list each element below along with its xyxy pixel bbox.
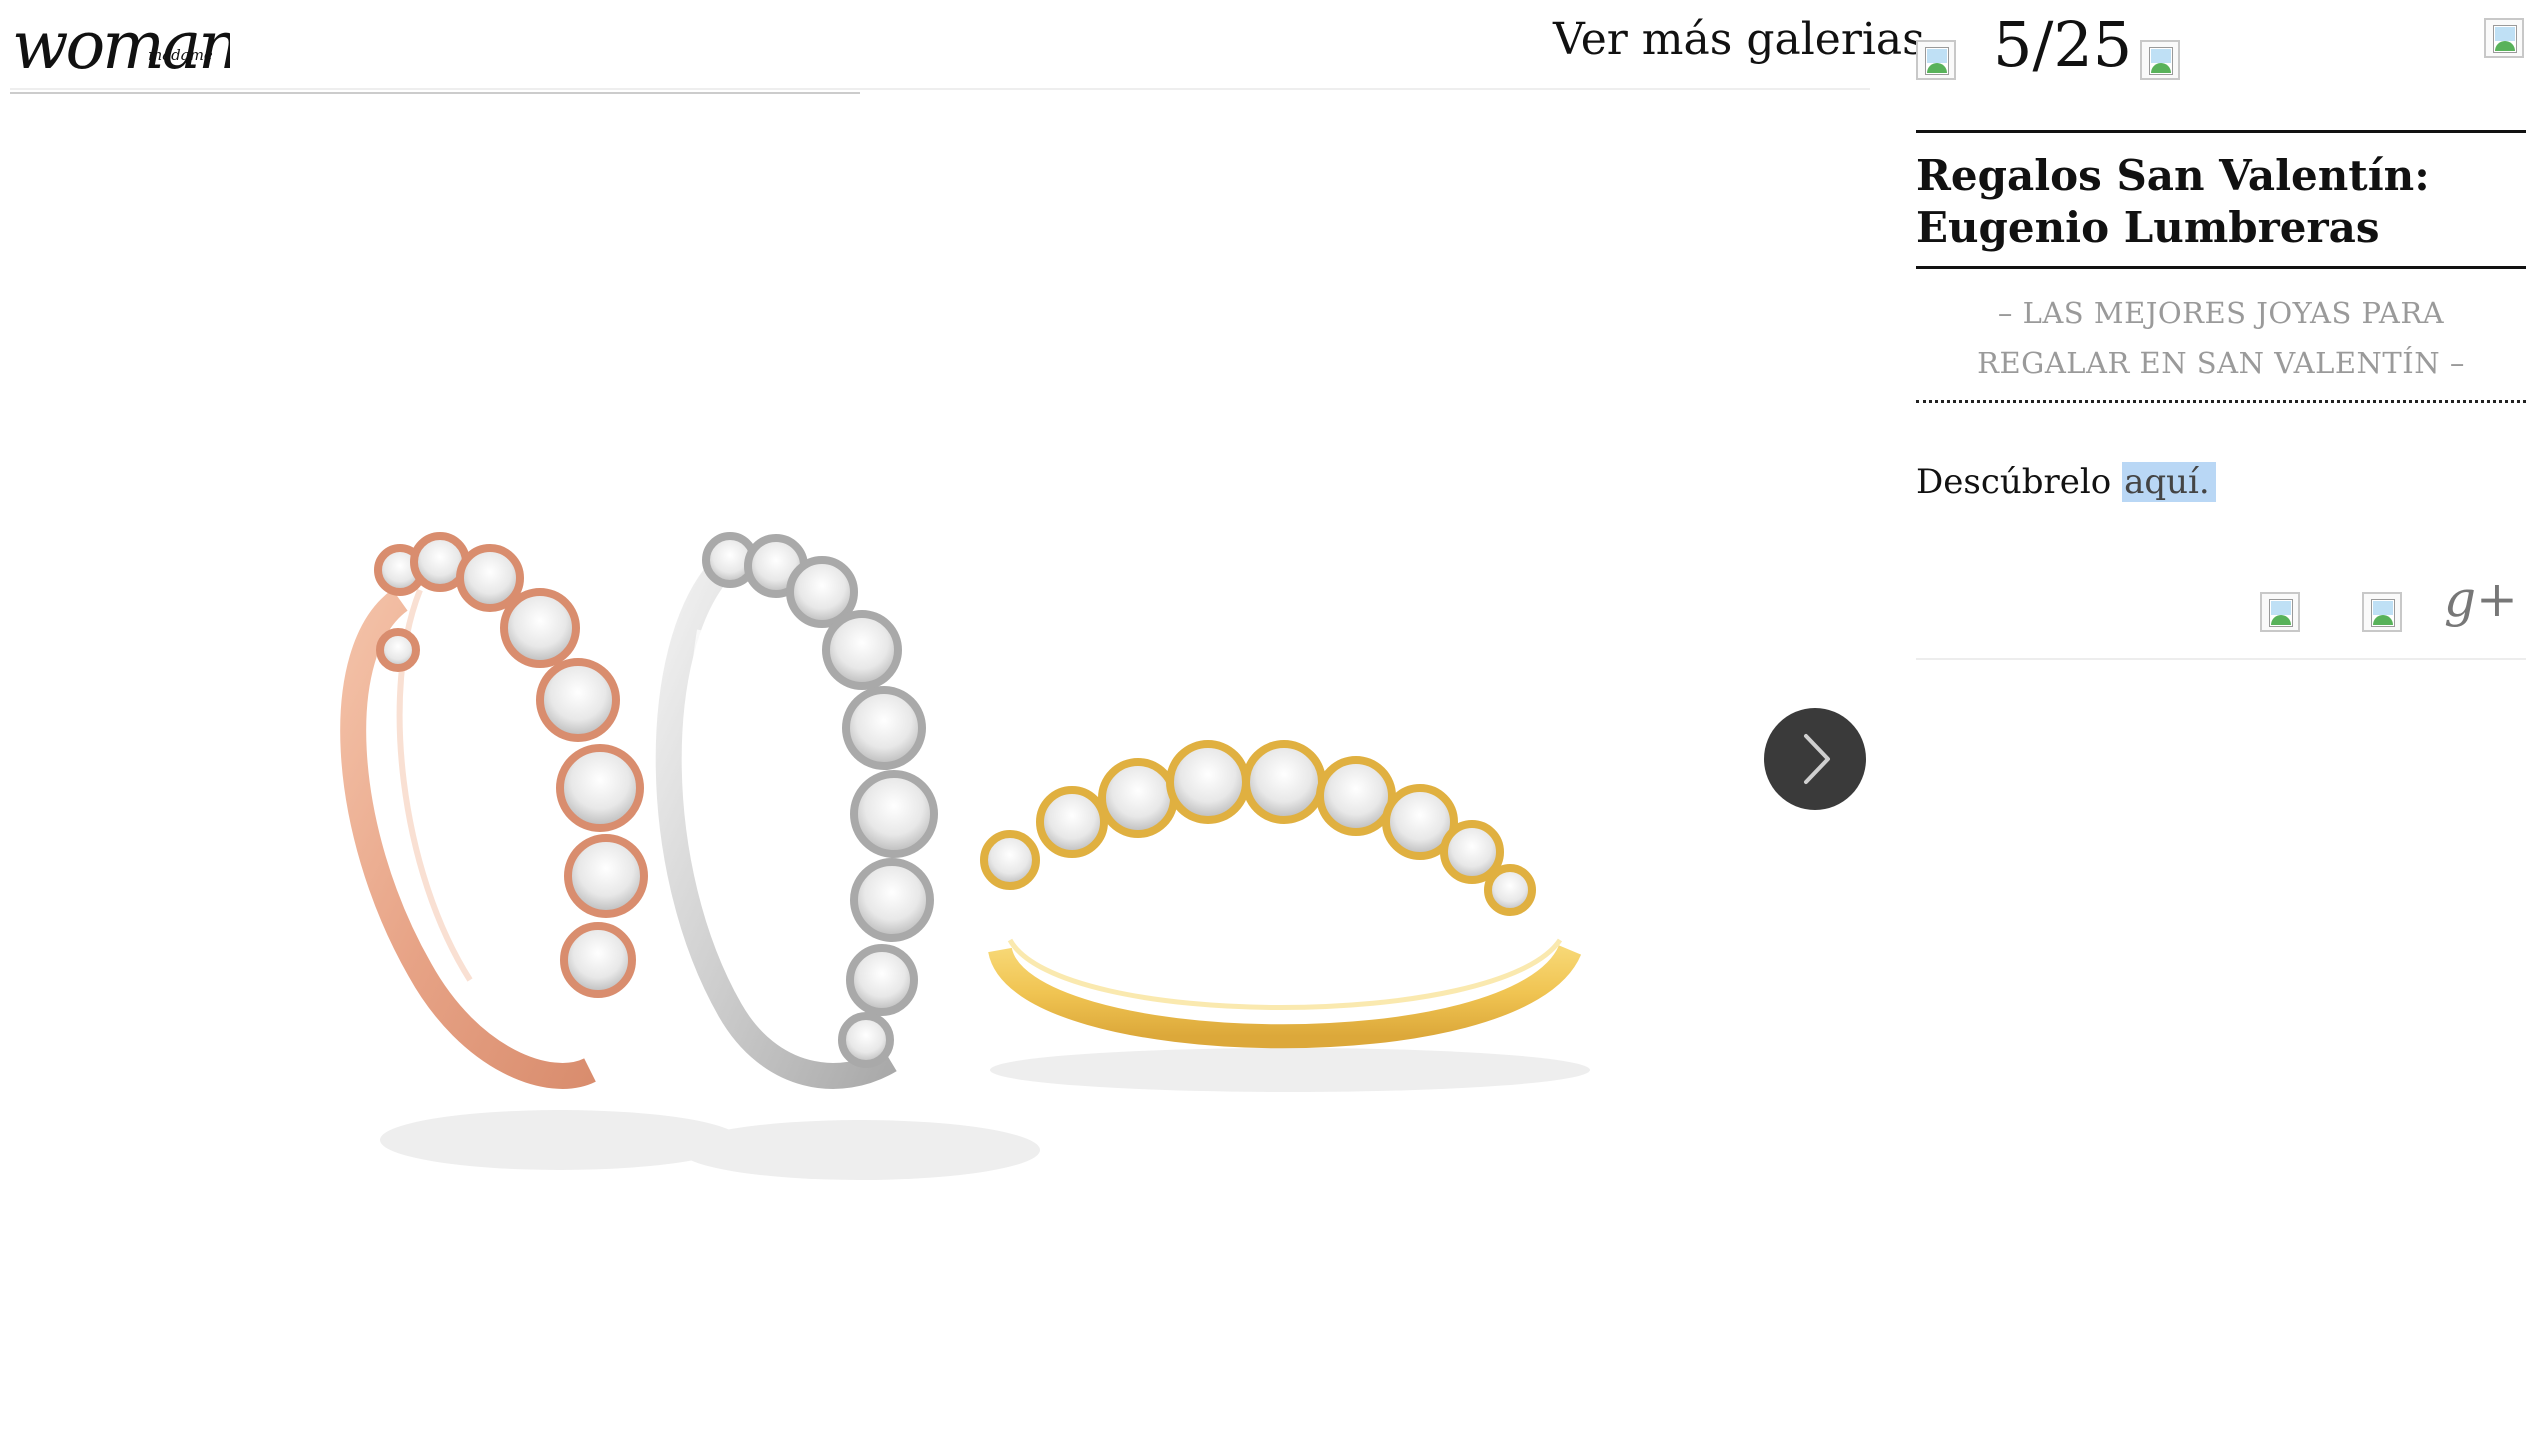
title-bottom-rule	[1916, 266, 2526, 269]
gallery-counter: 5/25	[1993, 8, 2133, 81]
facebook-share-icon[interactable]	[2260, 592, 2300, 632]
ring-shadow	[680, 1120, 1040, 1180]
gallery-title: Regalos San Valentín: Eugenio Lumbreras	[1916, 151, 2430, 252]
logo-subtext: madame	[148, 46, 213, 64]
next-arrow-icon[interactable]	[2140, 40, 2180, 80]
twitter-share-icon[interactable]	[2362, 592, 2402, 632]
woman-madame-logo[interactable]: woman madame	[10, 8, 230, 83]
discover-paragraph: Descúbrelo aquí.	[1916, 462, 2216, 502]
chevron-right-icon	[1804, 734, 1830, 784]
discover-link[interactable]: aquí.	[2122, 462, 2216, 502]
header-underline	[10, 92, 860, 94]
google-plus-icon[interactable]: g+	[2444, 570, 2518, 628]
share-bottom-rule	[1916, 658, 2526, 660]
header-divider	[10, 88, 1870, 90]
title-top-rule	[1916, 130, 2526, 133]
dotted-divider	[1916, 400, 2526, 403]
next-image-button[interactable]	[1764, 708, 1866, 810]
gallery-photo	[340, 532, 1590, 1180]
more-galleries-link[interactable]: Ver más galerias	[1553, 14, 1925, 65]
rose-gold-ring	[340, 532, 648, 1089]
yellow-gold-ring	[980, 740, 1582, 1049]
white-gold-ring	[655, 532, 938, 1089]
ring-shadow	[990, 1048, 1590, 1092]
prev-arrow-icon[interactable]	[1916, 40, 1956, 80]
ring-shadow	[380, 1110, 740, 1170]
discover-text: Descúbrelo	[1916, 462, 2112, 502]
close-icon[interactable]	[2484, 18, 2524, 58]
gallery-subtitle: – LAS MEJORES JOYAS PARA REGALAR EN SAN …	[1977, 296, 2465, 380]
